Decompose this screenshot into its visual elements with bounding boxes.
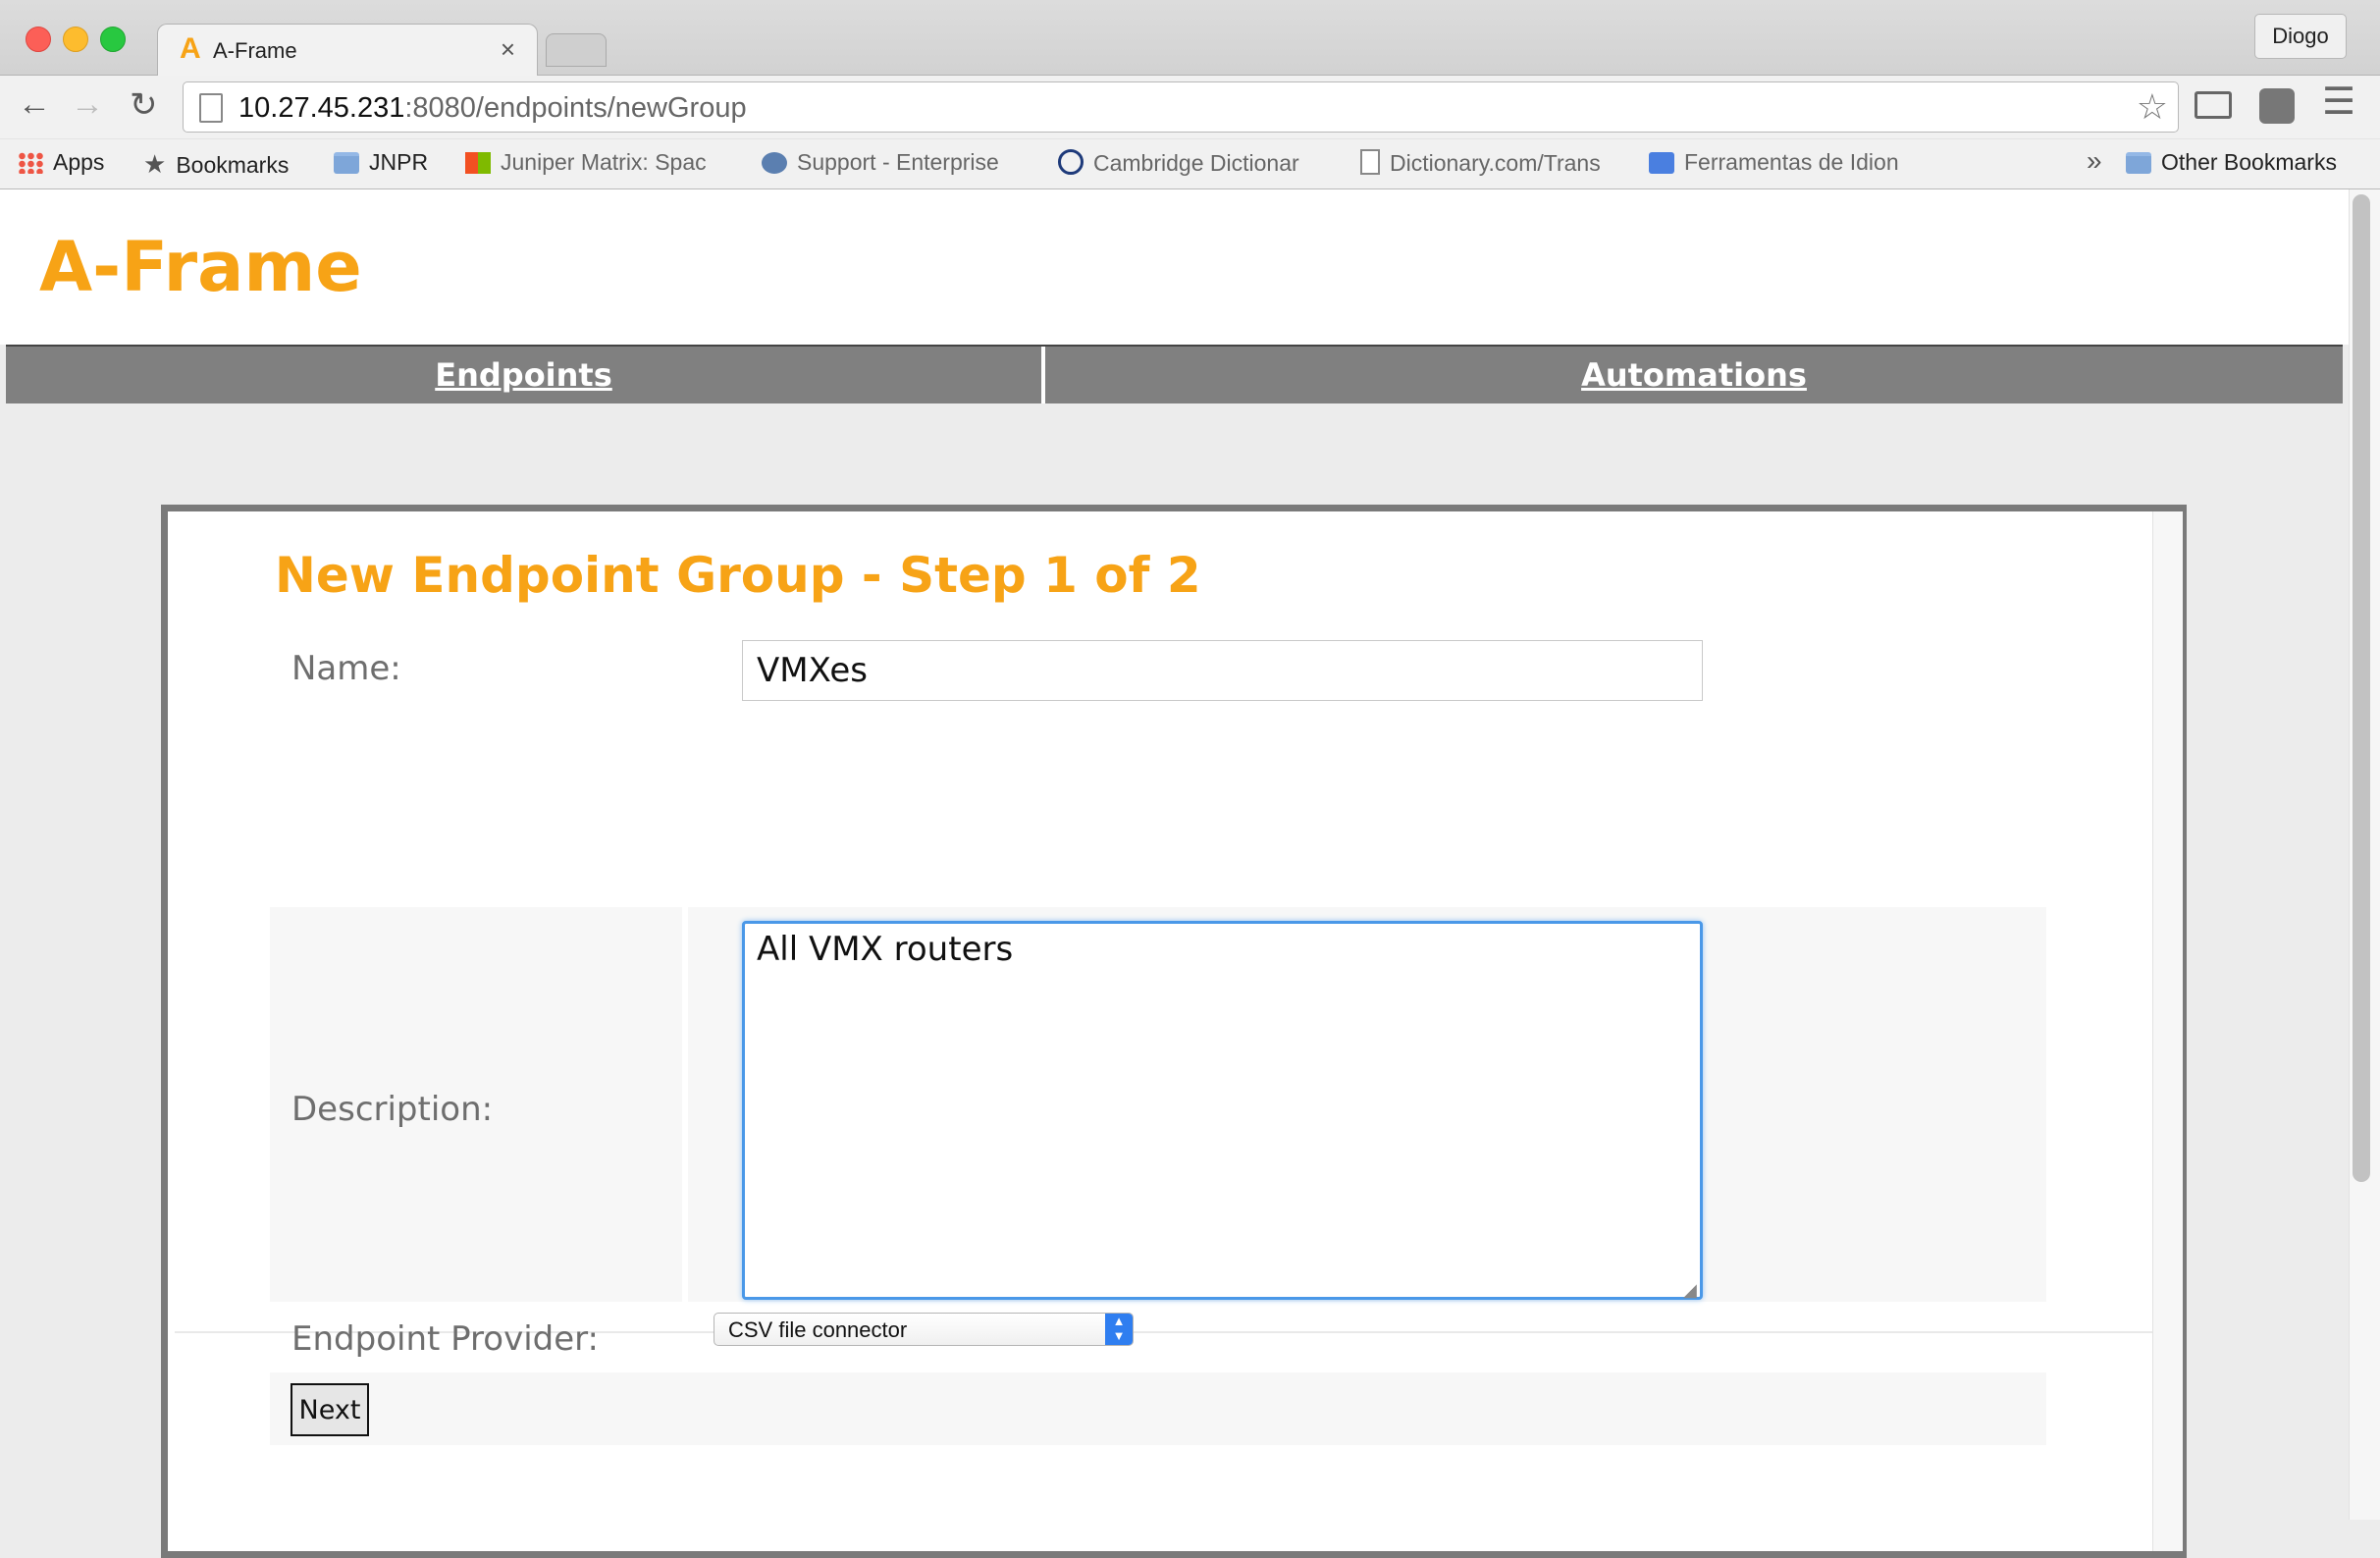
browser-chrome: A A-Frame × Diogo ← → ↻ 10.27.45.231:808… [0,0,2380,189]
url-path: :8080/endpoints/newGroup [404,92,747,124]
microsoft-icon [465,152,491,174]
folder-icon [2126,152,2151,174]
page-viewport: A-Frame Endpoints Automations New Endpoi… [0,189,2349,1558]
bookmark-label: JNPR [369,149,429,175]
bookmarks-overflow-icon[interactable]: » [2087,145,2102,177]
name-input[interactable] [742,640,1703,701]
bookmark-label: Juniper Matrix: Spac [501,149,707,175]
textarea-resize-handle[interactable]: ◢ [1683,1280,1697,1301]
url-host: 10.27.45.231 [238,92,405,124]
bookmark-juniper-matrix[interactable]: Juniper Matrix: Spac [465,149,707,176]
next-button[interactable]: Next [291,1383,369,1436]
panel-side-strip [2152,511,2183,1551]
bookmark-label: Ferramentas de Idion [1684,149,1899,175]
main-nav: Endpoints Automations [6,345,2343,403]
cambridge-icon [1058,149,1084,175]
bookmark-bookmarks[interactable]: ★ Bookmarks [143,149,289,180]
new-group-form-panel: New Endpoint Group - Step 1 of 2 Name: D… [161,505,2187,1558]
window-maximize-button[interactable] [100,27,126,52]
bookmark-other[interactable]: Other Bookmarks [2126,149,2337,176]
google-translate-icon [1649,152,1674,174]
bookmarks-bar: Apps ★ Bookmarks JNPR Juniper Matrix: Spa… [0,139,2380,188]
tab-title: A-Frame [213,38,297,63]
back-arrow-icon[interactable]: ← [18,85,51,124]
actions-row [270,1372,2046,1445]
bookmark-label: Other Bookmarks [2161,149,2337,175]
select-arrows-icon: ▲ ▼ [1105,1314,1133,1345]
tab-strip: A A-Frame × Diogo [0,0,2380,76]
description-label: Description: [291,1090,494,1129]
extension-icon[interactable] [2259,88,2295,124]
browser-tab-active[interactable]: A A-Frame × [157,24,538,76]
favicon-icon: A [180,32,201,65]
site-header: A-Frame [0,189,2349,345]
window-minimize-button[interactable] [63,27,88,52]
bookmark-ferramentas[interactable]: Ferramentas de Idion [1649,149,1899,176]
reload-icon[interactable]: ↻ [130,85,158,125]
form-title: New Endpoint Group - Step 1 of 2 [275,547,1201,604]
endpoint-provider-value: CSV file connector [728,1317,908,1342]
name-label: Name: [291,649,401,688]
endpoint-provider-select[interactable]: CSV file connector ▲ ▼ [714,1313,1134,1346]
support-icon [762,152,787,174]
star-icon: ★ [143,149,167,179]
bookmark-support[interactable]: Support - Enterprise [762,149,999,176]
profile-button[interactable]: Diogo [2254,14,2347,59]
bookmark-label: Apps [53,149,105,175]
nav-automations-link[interactable]: Automations [1045,347,2343,403]
bookmark-label: Dictionary.com/Trans [1390,150,1601,176]
nav-endpoints-link[interactable]: Endpoints [6,347,1041,403]
page-icon [199,93,223,123]
bookmark-label: Bookmarks [176,152,290,178]
scrollbar-thumb[interactable] [2353,194,2370,1182]
site-logo[interactable]: A-Frame [39,227,362,307]
description-textarea[interactable]: All VMX routers [742,921,1703,1300]
folder-icon [334,152,359,174]
bookmark-label: Support - Enterprise [797,149,999,175]
tab-close-icon[interactable]: × [501,34,515,65]
bookmark-label: Cambridge Dictionar [1093,150,1299,176]
document-icon [1360,149,1380,175]
menu-icon[interactable]: ☰ [2322,80,2355,124]
address-bar[interactable]: 10.27.45.231:8080/endpoints/newGroup ☆ [183,81,2179,133]
description-row-separator [682,907,688,1302]
bookmark-cambridge[interactable]: Cambridge Dictionar [1058,149,1299,177]
url-text[interactable]: 10.27.45.231:8080/endpoints/newGroup [238,92,747,125]
forward-arrow-icon[interactable]: → [71,85,104,124]
bookmark-jnpr[interactable]: JNPR [334,149,428,176]
apps-grid-icon [18,152,43,174]
bookmark-apps[interactable]: Apps [18,149,104,176]
new-tab-button[interactable] [546,33,607,67]
endpoint-provider-label: Endpoint Provider: [291,1319,599,1359]
bookmark-dictionary[interactable]: Dictionary.com/Trans [1360,149,1601,177]
cast-icon[interactable] [2195,91,2232,119]
window-close-button[interactable] [26,27,51,52]
browser-toolbar: ← → ↻ 10.27.45.231:8080/endpoints/newGro… [0,76,2380,138]
bookmark-star-icon[interactable]: ☆ [2137,86,2168,128]
